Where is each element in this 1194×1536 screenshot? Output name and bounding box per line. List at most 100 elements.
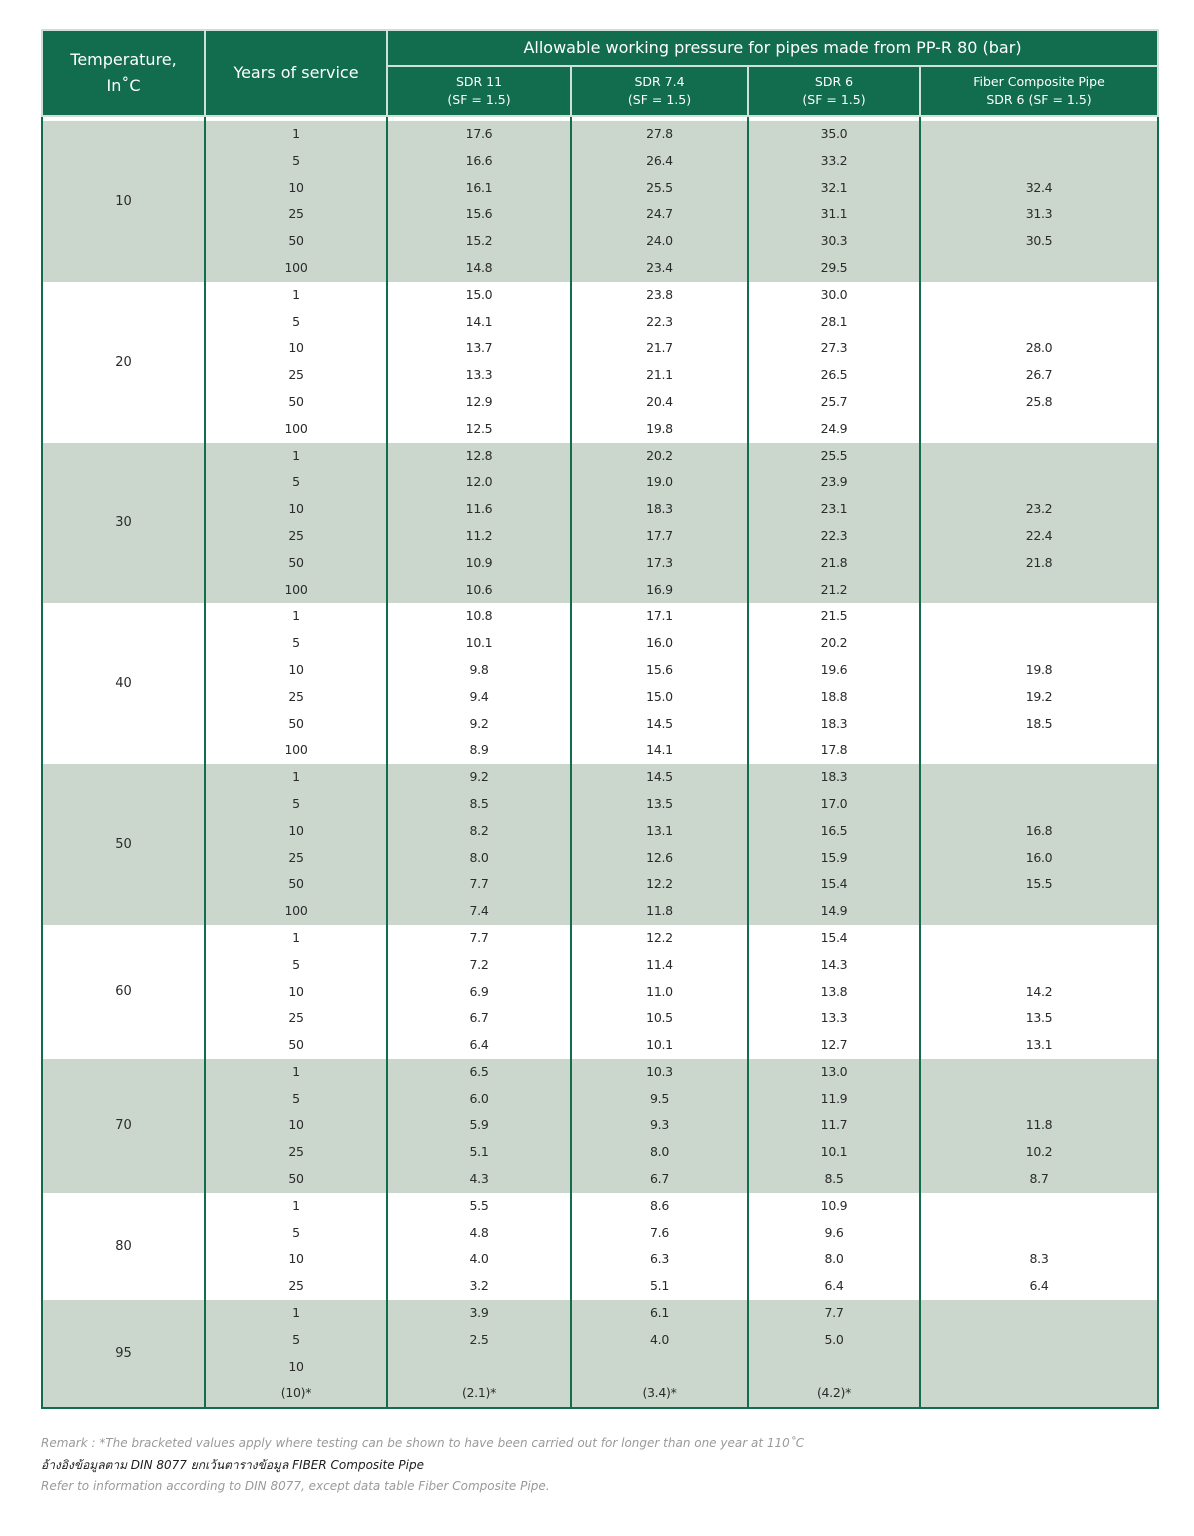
value: 5 — [292, 313, 300, 329]
value: 17.8 — [820, 742, 848, 758]
value: 8.0 — [650, 1144, 669, 1160]
fiber-values-cell: 19.8 19.2 18.5 — [918, 603, 1160, 765]
years-of-service-cell: 1 5 10 25 50 100 — [204, 603, 388, 765]
value: 1 — [292, 126, 300, 141]
value: 14.2 — [1025, 983, 1053, 999]
value: 15.5 — [1025, 876, 1053, 892]
table-row: 30 1 5 10 25 50 100 12.8 12.0 11.6 11.2 10.9 10.6 20.… — [41, 442, 1160, 604]
value: 16.6 — [465, 152, 493, 168]
fiber-values-list: 8.3 6.4 — [921, 1193, 1157, 1300]
value: 14.1 — [465, 313, 493, 329]
table-row: 70 1 5 10 25 50 6.5 6.0 5.9 5.1 4.3 10.3 9.5 9.3 8.0 6.… — [41, 1058, 1160, 1193]
value: 23.8 — [646, 286, 673, 302]
value: 19.6 — [820, 661, 848, 677]
value: 6.4 — [824, 1278, 844, 1294]
value: 12.8 — [465, 447, 493, 463]
value: 28.0 — [1025, 340, 1053, 356]
value: 8.7 — [1029, 1171, 1049, 1187]
value: 12.9 — [465, 393, 493, 409]
value: 21.8 — [1025, 554, 1053, 570]
years-of-service-cell: 1 5 10 25 50 100 — [204, 442, 388, 604]
value: 25.7 — [820, 393, 848, 409]
value: 25 — [288, 1278, 304, 1294]
value: 13.7 — [465, 340, 493, 356]
value: 25 — [288, 688, 304, 704]
value: 24.9 — [820, 420, 848, 436]
years-of-service-cell: 1 5 10 25 50 — [204, 924, 388, 1059]
value: 31.3 — [1025, 206, 1053, 222]
sdr11-values-cell: 7.7 7.2 6.9 6.7 6.4 — [386, 924, 572, 1059]
value: 14.3 — [820, 956, 848, 972]
value: 3.2 — [469, 1278, 489, 1294]
value: 26.4 — [646, 152, 673, 168]
sdr6-values-list: 15.4 14.3 13.8 13.3 12.7 — [749, 925, 919, 1059]
value: 16.9 — [646, 581, 673, 597]
value: 15.4 — [820, 876, 848, 892]
temperature-group: 50 1 5 10 25 50 100 9.2 8.5 8.2 8.0 7.7 7.4 14.5 13.5 1… — [41, 764, 1160, 925]
header-group-title: Allowable working pressure for pipes mad… — [385, 29, 1160, 67]
sdr6-values-cell: 13.0 11.9 11.7 10.1 8.5 — [747, 1058, 921, 1193]
value: 26.5 — [820, 367, 848, 383]
value: 30.0 — [820, 286, 848, 302]
value: 28.1 — [820, 313, 848, 329]
table-row: 50 1 5 10 25 50 100 9.2 8.5 8.2 8.0 7.7 7.4 14.5 13.5 1… — [41, 764, 1160, 925]
temperature-cell: 70 — [41, 1058, 206, 1193]
value: 13.1 — [646, 822, 673, 838]
sdr6-values-cell: 15.4 14.3 13.8 13.3 12.7 — [747, 924, 921, 1059]
value: 50 — [288, 1037, 304, 1053]
value: 32.1 — [820, 179, 848, 195]
years-of-service-list: 1 5 10 25 50 — [206, 1059, 386, 1193]
temperature-group: 80 1 5 10 25 5.5 4.8 4.0 3.2 8.6 7.6 6.3 5.1 10.9 9.6 8… — [41, 1192, 1160, 1301]
years-of-service-list: 1 5 10 25 50 — [206, 925, 386, 1059]
value: 5 — [292, 956, 300, 972]
value: 19.2 — [1025, 688, 1053, 704]
fiber-values-cell: 16.8 16.0 15.5 — [918, 764, 1160, 925]
sdr11-values-cell: 15.0 14.1 13.7 13.3 12.9 12.5 — [386, 281, 572, 443]
temperature-group: 40 1 5 10 25 50 100 10.8 10.1 9.8 9.4 9.2 8.9 17.1 16.… — [41, 603, 1160, 765]
years-of-service-list: 1 5 10 25 50 100 — [206, 443, 386, 604]
sdr6-values-cell: 21.5 20.2 19.6 18.8 18.3 17.8 — [747, 603, 921, 765]
fiber-values-list: 19.8 19.2 18.5 — [921, 603, 1157, 764]
sdr6-values-cell: 25.5 23.9 23.1 22.3 21.8 21.2 — [747, 442, 921, 604]
header-years-of-service: Years of service — [204, 29, 388, 117]
sdr74-values-list: 6.1 4.0 (3.4)* — [572, 1300, 747, 1407]
value: 17.1 — [646, 608, 673, 624]
value: 5.1 — [650, 1278, 669, 1294]
value: 8.0 — [469, 849, 489, 865]
sdr11-values-cell: 17.6 16.6 16.1 15.6 15.2 14.8 — [386, 121, 572, 282]
value: 4.3 — [469, 1171, 489, 1187]
value: 12.2 — [646, 929, 673, 945]
value: 16.1 — [465, 179, 493, 195]
sdr11-values-list: 6.5 6.0 5.9 5.1 4.3 — [388, 1059, 570, 1193]
value: 5 — [292, 795, 300, 811]
sdr6-values-cell: 18.3 17.0 16.5 15.9 15.4 14.9 — [747, 764, 921, 925]
value: 25.5 — [820, 447, 848, 463]
value: 13.5 — [646, 795, 673, 811]
value: 27.8 — [646, 126, 673, 141]
table-row: 20 1 5 10 25 50 100 15.0 14.1 13.7 13.3 12.9 12.5 23.… — [41, 281, 1160, 443]
value: 6.1 — [650, 1305, 669, 1321]
value: 18.8 — [820, 688, 848, 704]
fiber-values-list — [921, 1300, 1157, 1407]
sdr74-values-list: 14.5 13.5 13.1 12.6 12.2 11.8 — [572, 764, 747, 925]
value: 15.4 — [820, 929, 848, 945]
value: 23.9 — [820, 474, 848, 490]
value: 33.2 — [820, 152, 848, 168]
value: 50 — [288, 393, 304, 409]
years-of-service-list: 1 5 10 25 50 100 — [206, 282, 386, 443]
sdr11-values-cell: 10.8 10.1 9.8 9.4 9.2 8.9 — [386, 603, 572, 765]
sdr6-values-cell: 30.0 28.1 27.3 26.5 25.7 24.9 — [747, 281, 921, 443]
remark-note: Remark : *The bracketed values apply whe… — [41, 1436, 805, 1450]
value: 26.7 — [1025, 367, 1053, 383]
table-row: 40 1 5 10 25 50 100 10.8 10.1 9.8 9.4 9.2 8.9 17.1 16.… — [41, 603, 1160, 765]
value: 7.4 — [469, 903, 489, 919]
sdr11-values-list: 9.2 8.5 8.2 8.0 7.7 7.4 — [388, 764, 570, 925]
header-sdr11-line1: SDR 11 — [455, 74, 503, 89]
value: 5.9 — [469, 1117, 489, 1133]
value: 23.2 — [1025, 501, 1053, 517]
value: 9.8 — [469, 661, 489, 677]
sdr74-values-list: 12.2 11.4 11.0 10.5 10.1 — [572, 925, 747, 1059]
temperature-group: 10 1 5 10 25 50 100 17.6 16.6 16.1 15.6 15.2 14.8 27.… — [41, 121, 1160, 282]
sdr74-values-cell: 10.3 9.5 9.3 8.0 6.7 — [570, 1058, 749, 1193]
value: 25 — [288, 1010, 304, 1026]
